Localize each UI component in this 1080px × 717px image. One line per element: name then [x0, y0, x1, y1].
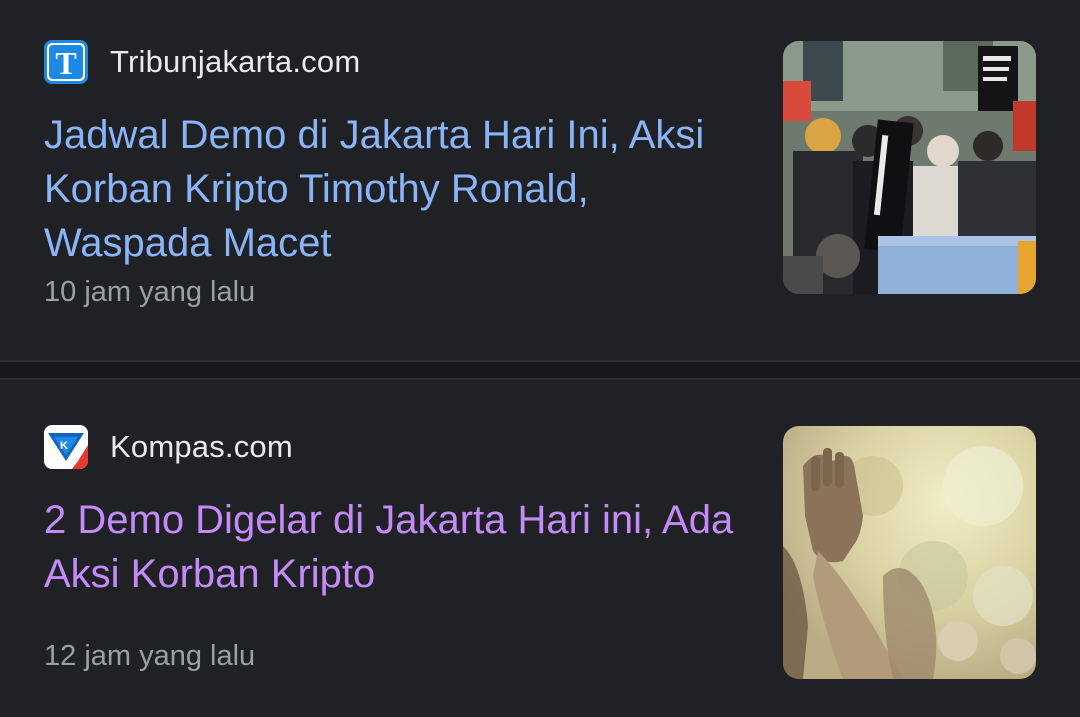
timestamp: 12 jam yang lalu [44, 640, 256, 672]
thumbnail-image[interactable] [783, 41, 1036, 294]
source-name: Tribunjakarta.com [110, 44, 361, 79]
source-row: T Tribunjakarta.com [44, 39, 360, 85]
news-card[interactable]: K Kompas.com 2 Demo Digelar di Jakarta H… [0, 380, 1080, 717]
card-divider [0, 360, 1080, 380]
source-row: K Kompas.com [44, 424, 293, 470]
kompas-logo-icon: K [44, 425, 88, 469]
protest-crowd-photo [783, 41, 1036, 294]
source-name: Kompas.com [110, 429, 293, 464]
svg-text:T: T [55, 45, 76, 81]
headline-link[interactable]: 2 Demo Digelar di Jakarta Hari ini, Ada … [44, 493, 764, 601]
svg-text:K: K [60, 440, 68, 452]
raised-hands-photo [783, 426, 1036, 679]
headline-link[interactable]: Jadwal Demo di Jakarta Hari Ini, Aksi Ko… [44, 108, 764, 270]
news-card[interactable]: T Tribunjakarta.com Jadwal Demo di Jakar… [0, 0, 1080, 360]
thumbnail-image[interactable] [783, 426, 1036, 679]
tribun-t-logo-icon: T [44, 40, 88, 84]
timestamp: 10 jam yang lalu [44, 276, 256, 308]
